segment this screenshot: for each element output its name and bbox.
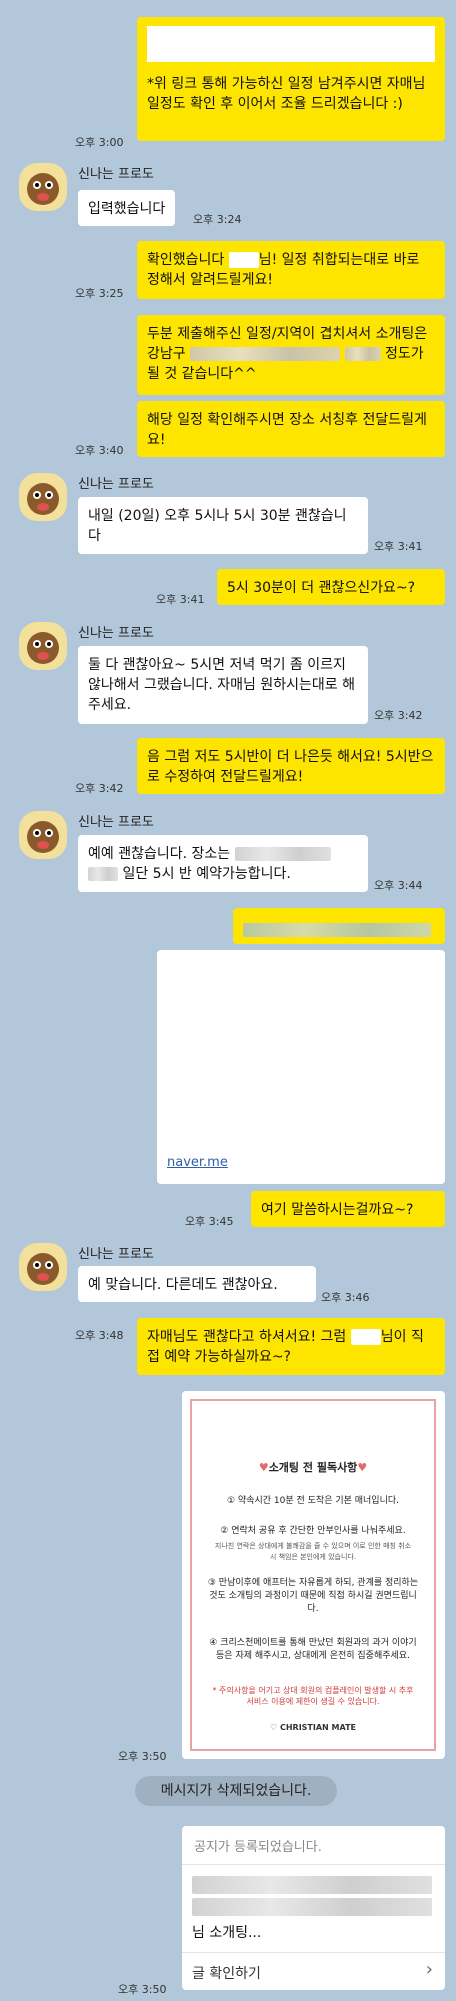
avatar[interactable]	[19, 473, 67, 521]
redacted-notice-title	[192, 1898, 432, 1916]
timestamp: 오후 3:45	[185, 1215, 234, 1228]
poster-rule-2: ② 연락처 공유 후 간단한 안부인사를 나눠주세요.	[220, 1526, 406, 1536]
sender-name: 신나는 프로도	[78, 1247, 154, 1262]
message-bubble-received[interactable]: 입력했습니다	[78, 190, 176, 226]
poster-rule-3: ③ 만남이후에 애프터는 자유롭게 하되, 관계를 정리하는 것도 소개팅의 과…	[207, 1578, 419, 1614]
heart-logo-icon: ♡	[270, 1723, 278, 1732]
timestamp: 오후 3:50	[118, 1983, 167, 1996]
message-text: 5시 30분이 더 괜찮으신가요~?	[227, 580, 416, 596]
message-bubble-received[interactable]: 예예 괜찮습니다. 장소는 일단 5시 반 예약가능합니다.	[78, 835, 368, 892]
message-bubble-sent[interactable]: 자매님도 괜찮다고 하셔서요! 그럼 님이 직접 예약 가능하실까요~?	[137, 1318, 445, 1375]
message-bubble-sent[interactable]: 5시 30분이 더 괜찮으신가요~?	[217, 569, 445, 605]
poster-warning: * 주의사항을 어기고 상대 회원의 컴플레인이 발생할 시 추후 서비스 이용…	[212, 1686, 414, 1706]
poster-rule-2-sub: 지나친 연락은 상대에게 불쾌감을 줄 수 있으며 이로 인한 매칭 취소 시 …	[214, 1542, 412, 1561]
chevron-right-icon: ›	[425, 1959, 433, 1980]
avatar[interactable]	[19, 1243, 67, 1291]
timestamp: 오후 3:40	[75, 444, 124, 457]
message-text: 예 맞습니다. 다른데도 괜찮아요.	[88, 1277, 278, 1293]
timestamp: 오후 3:44	[374, 879, 423, 892]
redacted-name	[350, 1329, 381, 1345]
divider	[182, 1864, 445, 1865]
notice-card[interactable]: 공지가 등록되었습니다. 님 소개팅... 글 확인하기 ›	[182, 1826, 445, 1990]
poster-logo: ♡ CHRISTIAN MATE	[270, 1723, 356, 1732]
message-text: 확인했습니다	[147, 252, 225, 268]
message-text: 둘 다 괜찮아요~ 5시면 저녁 먹기 좀 이르지 않나해서 그랬습니다. 자매…	[88, 657, 355, 713]
message-bubble-sent[interactable]: 음 그럼 저도 5시반이 더 나은듯 해서요! 5시반으로 수정하여 전달드릴게…	[137, 738, 445, 794]
redacted-place	[88, 867, 118, 881]
deleted-message-notice: 메시지가 삭제되었습니다.	[135, 1776, 337, 1806]
redacted-preview	[147, 26, 435, 62]
message-bubble-received[interactable]: 예 맞습니다. 다른데도 괜찮아요.	[78, 1266, 316, 1302]
notice-title-suffix: 님 소개팅...	[192, 1925, 262, 1941]
view-notice-label: 글 확인하기	[192, 1966, 261, 1982]
avatar[interactable]	[19, 811, 67, 859]
redacted-place	[234, 847, 331, 861]
message-bubble-sent[interactable]: 확인했습니다 님! 일정 취합되는대로 바로 정해서 알려드릴게요!	[137, 241, 445, 299]
redacted-notice-title	[192, 1876, 432, 1894]
dog-avatar-icon	[27, 173, 59, 205]
timestamp: 오후 3:50	[118, 1750, 167, 1763]
timestamp: 오후 3:25	[75, 287, 124, 300]
message-text: *위 링크 통해 가능하신 일정 남겨주시면 자매님 일정도 확인 후 이어서 …	[147, 76, 426, 112]
link-preview-card[interactable]: naver.me	[157, 950, 445, 1184]
redacted-location	[344, 347, 381, 361]
message-text: 자매님도 괜찮다고 하셔서요! 그럼	[147, 1329, 347, 1345]
notice-header: 공지가 등록되었습니다.	[194, 1840, 322, 1855]
message-bubble-sent[interactable]: 여기 말씀하시는걸까요~?	[251, 1191, 445, 1227]
dog-avatar-icon	[27, 632, 59, 664]
redacted-url	[243, 922, 431, 937]
message-text: 일단 5시 반 예약가능합니다.	[122, 866, 291, 882]
message-text: 입력했습니다	[88, 201, 166, 217]
redacted-location	[190, 347, 341, 361]
message-bubble-received[interactable]: 내일 (20일) 오후 5시나 5시 30분 괜찮습니다	[78, 497, 368, 554]
timestamp: 오후 3:41	[156, 593, 205, 606]
message-text: 예예 괜찮습니다. 장소는	[88, 846, 231, 862]
avatar[interactable]	[19, 622, 67, 670]
view-notice-button[interactable]: 글 확인하기 ›	[182, 1953, 445, 1990]
guideline-poster: ♥소개팅 전 필독사항♥ ① 약속시간 10분 전 도착은 기본 매너입니다. …	[190, 1399, 436, 1751]
message-text: 음 그럼 저도 5시반이 더 나은듯 해서요! 5시반으로 수정하여 전달드릴게…	[147, 749, 434, 785]
message-bubble-sent[interactable]: *위 링크 통해 가능하신 일정 남겨주시면 자매님 일정도 확인 후 이어서 …	[137, 17, 445, 141]
timestamp: 오후 3:48	[75, 1329, 124, 1342]
message-bubble-sent[interactable]: 두분 제출해주신 일정/지역이 겹치셔서 소개팅은 강남구 정도가 될 것 같습…	[137, 315, 445, 395]
dog-avatar-icon	[27, 821, 59, 853]
timestamp: 오후 3:00	[75, 136, 124, 149]
dog-avatar-icon	[27, 1253, 59, 1285]
timestamp: 오후 3:24	[193, 213, 242, 226]
message-bubble-received[interactable]: 둘 다 괜찮아요~ 5시면 저녁 먹기 좀 이르지 않나해서 그랬습니다. 자매…	[78, 646, 368, 724]
timestamp: 오후 3:46	[321, 1291, 370, 1304]
message-text: 해당 일정 확인해주시면 장소 서칭후 전달드릴게요!	[147, 412, 427, 448]
sender-name: 신나는 프로도	[78, 815, 154, 830]
redacted-name	[228, 252, 259, 268]
sender-name: 신나는 프로도	[78, 167, 154, 182]
message-text: 내일 (20일) 오후 5시나 5시 30분 괜찮습니다	[88, 508, 347, 544]
heart-icon: ♥	[357, 1461, 368, 1474]
avatar[interactable]	[19, 163, 67, 211]
poster-title: ♥소개팅 전 필독사항♥	[258, 1461, 368, 1474]
link-url-bubble[interactable]	[233, 908, 445, 944]
poster-rule-1: ① 약속시간 10분 전 도착은 기본 매너입니다.	[226, 1496, 400, 1506]
poster-rule-4: ④ 크리스천메이트를 통해 만났던 회원과의 과거 이야기 등은 자제 해주시고…	[209, 1638, 417, 1661]
heart-icon: ♥	[258, 1461, 269, 1474]
link-domain[interactable]: naver.me	[167, 1155, 228, 1170]
dog-avatar-icon	[27, 483, 59, 515]
message-bubble-sent[interactable]: 해당 일정 확인해주시면 장소 서칭후 전달드릴게요!	[137, 401, 445, 457]
message-text: 여기 말씀하시는걸까요~?	[261, 1202, 414, 1218]
timestamp: 오후 3:42	[75, 782, 124, 795]
timestamp: 오후 3:41	[374, 540, 423, 553]
sender-name: 신나는 프로도	[78, 477, 154, 492]
sender-name: 신나는 프로도	[78, 626, 154, 641]
timestamp: 오후 3:42	[374, 709, 423, 722]
